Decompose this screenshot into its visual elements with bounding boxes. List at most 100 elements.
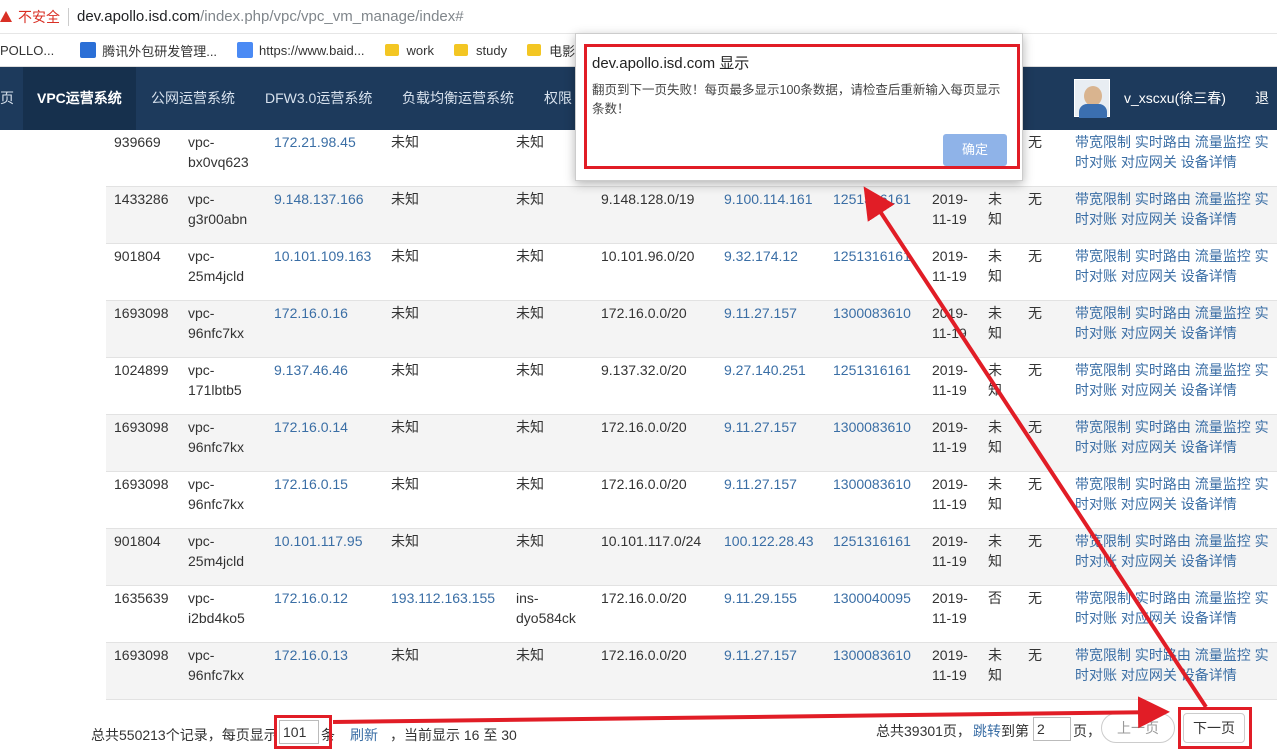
cell-id: 901804 bbox=[114, 533, 161, 549]
cell-cidr: 9.137.32.0/20 bbox=[601, 362, 687, 378]
cell-ip[interactable]: 172.16.0.13 bbox=[274, 645, 348, 665]
cell-vpc: vpc- 96nfc7kx bbox=[188, 305, 245, 341]
cell-id: 901804 bbox=[114, 248, 161, 264]
cell-eip: 未知 bbox=[391, 476, 419, 492]
cell-app[interactable]: 1300040095 bbox=[833, 588, 911, 608]
row-actions[interactable]: 带宽限制 实时路由 流量监控 实时对账 对应网关 设备详情 bbox=[1075, 645, 1277, 685]
nav-item-home[interactable]: 页 bbox=[0, 67, 14, 130]
nav-item-load-balancer[interactable]: 负载均衡运营系统 bbox=[402, 67, 514, 130]
bookmark-work[interactable]: work bbox=[384, 43, 434, 58]
cell-date: 2019- 11-19 bbox=[932, 476, 968, 512]
cell-flag: 无 bbox=[1028, 533, 1042, 549]
cell-ins: 未知 bbox=[516, 533, 544, 549]
row-actions[interactable]: 带宽限制 实时路由 流量监控 实时对账 对应网关 设备详情 bbox=[1075, 474, 1277, 514]
nav-item-public-network[interactable]: 公网运营系统 bbox=[151, 67, 235, 130]
cell-host[interactable]: 9.11.27.157 bbox=[724, 417, 797, 437]
bookmark-apollo[interactable]: POLLO... bbox=[0, 43, 54, 58]
cell-host[interactable]: 9.100.114.161 bbox=[724, 189, 813, 209]
row-actions[interactable]: 带宽限制 实时路由 流量监控 实时对账 对应网关 设备详情 bbox=[1075, 189, 1277, 229]
cell-state: 未知 bbox=[988, 362, 1002, 398]
cell-ins: 未知 bbox=[516, 191, 544, 207]
nav-item-permission[interactable]: 权限 bbox=[544, 67, 572, 130]
row-actions[interactable]: 带宽限制 实时路由 流量监控 实时对账 对应网关 设备详情 bbox=[1075, 132, 1277, 172]
cell-host[interactable]: 9.32.174.12 bbox=[724, 246, 798, 266]
cell-flag: 无 bbox=[1028, 362, 1042, 378]
warning-icon bbox=[0, 11, 12, 22]
jump-page-input[interactable] bbox=[1033, 717, 1071, 741]
bookmark-tencent[interactable]: 腾讯外包研发管理... bbox=[80, 41, 217, 60]
per-page-input[interactable] bbox=[279, 720, 319, 744]
dialog-title: dev.apollo.isd.com 显示 bbox=[592, 55, 750, 72]
url-path[interactable]: /index.php/vpc/vpc_vm_manage/index# bbox=[200, 8, 464, 25]
bookmark-baidu[interactable]: https://www.baid... bbox=[237, 42, 365, 58]
cell-host[interactable]: 9.27.140.251 bbox=[724, 360, 806, 380]
cell-ip[interactable]: 172.21.98.45 bbox=[274, 132, 356, 152]
cell-app[interactable]: 1251316161 bbox=[833, 246, 911, 266]
cell-vpc: vpc- 25m4jcld bbox=[188, 248, 245, 284]
cell-host[interactable]: 9.11.27.157 bbox=[724, 303, 797, 323]
row-actions[interactable]: 带宽限制 实时路由 流量监控 实时对账 对应网关 设备详情 bbox=[1075, 303, 1277, 343]
cell-cidr: 172.16.0.0/20 bbox=[601, 590, 687, 606]
cell-host[interactable]: 100.122.28.43 bbox=[724, 531, 814, 551]
page-unit: 页， bbox=[1073, 723, 1101, 739]
cell-ip[interactable]: 172.16.0.14 bbox=[274, 417, 348, 437]
total-pages: 总共39301页， bbox=[876, 723, 971, 739]
row-actions[interactable]: 带宽限制 实时路由 流量监控 实时对账 对应网关 设备详情 bbox=[1075, 588, 1277, 628]
row-actions[interactable]: 带宽限制 实时路由 流量监控 实时对账 对应网关 设备详情 bbox=[1075, 531, 1277, 571]
cell-host[interactable]: 9.11.27.157 bbox=[724, 645, 797, 665]
avatar[interactable] bbox=[1074, 79, 1110, 118]
nav-item-vpc[interactable]: VPC运营系统 bbox=[23, 67, 136, 130]
cell-host[interactable]: 9.11.27.157 bbox=[724, 474, 797, 494]
cell-date: 2019- 11-19 bbox=[932, 419, 968, 455]
cell-state: 未知 bbox=[988, 419, 1002, 455]
cell-ip[interactable]: 172.16.0.15 bbox=[274, 474, 348, 494]
next-page-button[interactable]: 下一页 bbox=[1183, 713, 1245, 743]
bookmark-study[interactable]: study bbox=[454, 43, 507, 58]
cell-eip: 未知 bbox=[391, 647, 419, 663]
cell-cidr: 172.16.0.0/20 bbox=[601, 476, 687, 492]
cell-cidr: 172.16.0.0/20 bbox=[601, 419, 687, 435]
row-actions[interactable]: 带宽限制 实时路由 流量监控 实时对账 对应网关 设备详情 bbox=[1075, 417, 1277, 457]
per-page-unit: 条 bbox=[321, 727, 335, 743]
browser-address-bar[interactable]: 不安全 dev.apollo.isd.com/index.php/vpc/vpc… bbox=[0, 0, 1277, 34]
cell-ins: 未知 bbox=[516, 362, 544, 378]
table-row: 901804 vpc- 25m4jcld 10.101.109.163 未知 未知 10.1… bbox=[106, 244, 1277, 301]
cell-vpc: vpc- 96nfc7kx bbox=[188, 476, 245, 512]
cell-app[interactable]: 1300083610 bbox=[833, 417, 911, 437]
cell-app[interactable]: 1251316161 bbox=[833, 360, 911, 380]
table-row: 1693098 vpc- 96nfc7kx 172.16.0.14 未知 未知 172.16… bbox=[106, 415, 1277, 472]
cell-ip[interactable]: 172.16.0.16 bbox=[274, 303, 348, 323]
cell-app[interactable]: 1300083610 bbox=[833, 645, 911, 665]
cell-app[interactable]: 1300083610 bbox=[833, 303, 911, 323]
folder-icon bbox=[527, 44, 542, 56]
cell-cidr: 10.101.117.0/24 bbox=[601, 533, 702, 549]
user-name[interactable]: v_xscxu(徐三春) bbox=[1124, 67, 1226, 130]
jump-link[interactable]: 跳转 bbox=[973, 721, 1001, 741]
cell-ip[interactable]: 9.148.137.166 bbox=[274, 189, 364, 209]
cell-app[interactable]: 1300083610 bbox=[833, 474, 911, 494]
cell-eip: 未知 bbox=[391, 533, 419, 549]
cell-eip[interactable]: 193.112.163.155 bbox=[391, 588, 495, 608]
refresh-link[interactable]: 刷新 bbox=[350, 725, 378, 745]
bookmark-movie[interactable]: 电影 bbox=[527, 41, 575, 60]
cell-ip[interactable]: 172.16.0.12 bbox=[274, 588, 348, 608]
cell-state: 未知 bbox=[988, 305, 1002, 341]
cell-ip[interactable]: 10.101.109.163 bbox=[274, 246, 371, 266]
cell-cidr: 10.101.96.0/20 bbox=[601, 248, 695, 264]
cell-flag: 无 bbox=[1028, 590, 1042, 606]
nav-item-dfw[interactable]: DFW3.0运营系统 bbox=[265, 67, 372, 130]
cell-ip[interactable]: 10.101.117.95 bbox=[274, 531, 363, 551]
cell-app[interactable]: 1251316161 bbox=[833, 531, 911, 551]
cell-ip[interactable]: 9.137.46.46 bbox=[274, 360, 348, 380]
row-actions[interactable]: 带宽限制 实时路由 流量监控 实时对账 对应网关 设备详情 bbox=[1075, 246, 1277, 286]
cell-host[interactable]: 9.11.29.155 bbox=[724, 588, 797, 608]
cell-date: 2019- 11-19 bbox=[932, 305, 968, 341]
prev-page-button[interactable]: 上一页 bbox=[1101, 713, 1175, 743]
cell-cidr: 9.148.128.0/19 bbox=[601, 191, 695, 207]
ok-button[interactable]: 确定 bbox=[943, 134, 1007, 166]
cell-app[interactable]: 1251316161 bbox=[833, 189, 911, 209]
url-host[interactable]: dev.apollo.isd.com bbox=[77, 8, 200, 25]
cell-id: 1693098 bbox=[114, 647, 169, 663]
cell-vpc: vpc- 25m4jcld bbox=[188, 533, 245, 569]
row-actions[interactable]: 带宽限制 实时路由 流量监控 实时对账 对应网关 设备详情 bbox=[1075, 360, 1277, 400]
